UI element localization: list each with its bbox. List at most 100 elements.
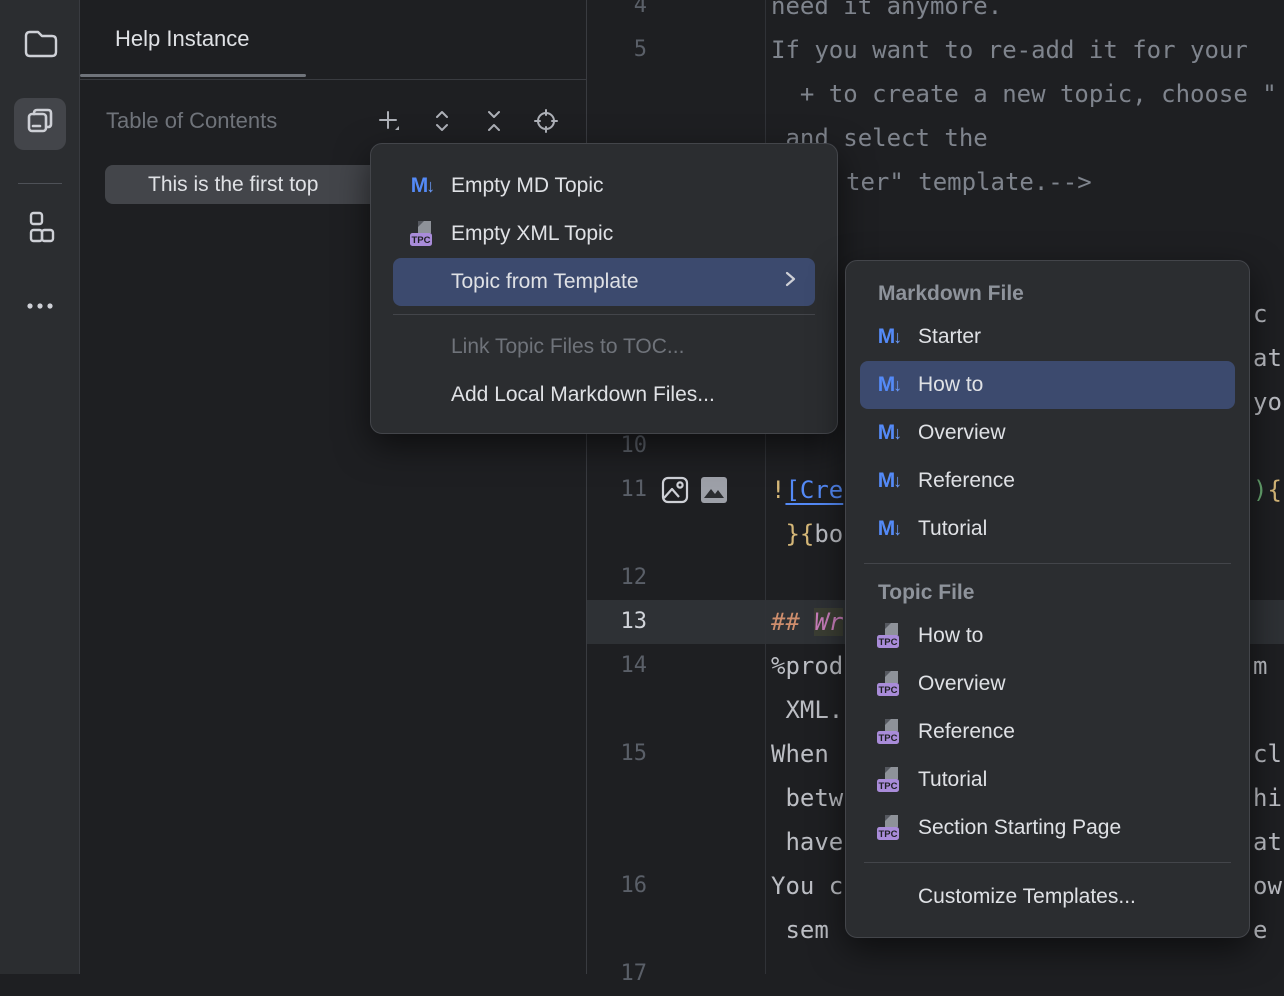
code-token-code: You c bbox=[771, 872, 843, 900]
tool-window-header: Help Instance bbox=[80, 0, 586, 80]
add-button[interactable] bbox=[373, 107, 405, 139]
code-fragment: m bbox=[1253, 644, 1267, 688]
code-token-punct: ! bbox=[771, 476, 785, 504]
stripe-button-toc-pages[interactable] bbox=[14, 98, 66, 150]
submenu-item-tutorial[interactable]: M↓Tutorial bbox=[860, 505, 1235, 553]
topic-template-submenu: Markdown FileM↓StarterM↓How toM↓Overview… bbox=[845, 260, 1250, 938]
code-fragment: ){ bbox=[1253, 468, 1282, 512]
image-preview-icon[interactable] bbox=[699, 475, 729, 505]
folder-icon bbox=[21, 24, 59, 67]
svg-text:TPC: TPC bbox=[412, 235, 431, 246]
code-token-comment: If you want to re-add it for your bbox=[771, 36, 1248, 64]
code-token-code: at bbox=[1253, 828, 1282, 856]
toc-item-first-topic[interactable]: This is the first top bbox=[105, 165, 379, 204]
code-token-code: at bbox=[1253, 344, 1282, 372]
svg-text:TPC: TPC bbox=[879, 685, 898, 696]
submenu-item-overview[interactable]: M↓Overview bbox=[860, 409, 1235, 457]
code-token-code: yo bbox=[1253, 388, 1282, 416]
code-token-code: bo bbox=[814, 520, 843, 548]
locate-button[interactable] bbox=[530, 107, 562, 139]
code-token-code: m bbox=[1253, 652, 1267, 680]
collapse-all-button[interactable] bbox=[478, 107, 510, 139]
stripe-button-folder[interactable] bbox=[14, 19, 66, 71]
code-fragment: ow bbox=[1253, 864, 1282, 908]
submenu-item-label: Starter bbox=[918, 325, 981, 349]
menu-item-topic-from-template[interactable]: Topic from Template bbox=[393, 258, 815, 306]
submenu-item-label: Reference bbox=[918, 469, 1015, 493]
submenu-item-customize-templates[interactable]: Customize Templates... bbox=[860, 873, 1235, 921]
expand-all-icon bbox=[430, 109, 454, 138]
expand-all-button[interactable] bbox=[426, 107, 458, 139]
active-tab-underline bbox=[80, 74, 306, 77]
image-outline-icon[interactable] bbox=[659, 474, 691, 506]
more-icon bbox=[22, 288, 58, 329]
code-row: %prod bbox=[771, 644, 843, 688]
menu-item-empty-md-topic[interactable]: M↓Empty MD Topic bbox=[393, 162, 815, 210]
code-row: need it anymore. bbox=[771, 0, 1002, 28]
code-fragment: e bbox=[1253, 908, 1267, 952]
code-token-code: sem bbox=[771, 916, 829, 944]
code-row: You c bbox=[771, 864, 843, 908]
submenu-item-starter[interactable]: M↓ Starter bbox=[860, 313, 1235, 361]
stripe-button-structure[interactable] bbox=[14, 203, 66, 255]
code-row: betw bbox=[771, 776, 843, 820]
code-token-code: hi bbox=[1253, 784, 1282, 812]
menu-item-add-local-markdown-files[interactable]: Add Local Markdown Files... bbox=[393, 371, 815, 419]
code-token-link: [Cre bbox=[785, 476, 843, 504]
code-token-code: c bbox=[1253, 300, 1267, 328]
submenu-item-reference[interactable]: M↓ Reference bbox=[860, 457, 1235, 505]
code-token-code: betw bbox=[771, 784, 843, 812]
code-token-green: ) bbox=[1253, 476, 1267, 504]
submenu-item-label: Section Starting Page bbox=[918, 816, 1121, 840]
gutter-image-icons bbox=[659, 468, 729, 512]
collapse-all-icon bbox=[482, 109, 506, 138]
tpc-file-icon: TPC bbox=[874, 766, 906, 794]
code-token-punct: }{ bbox=[785, 520, 814, 548]
md-file-icon: M↓ bbox=[874, 467, 906, 495]
tpc-file-icon: TPC bbox=[874, 814, 906, 842]
submenu-item-label: Tutorial bbox=[918, 768, 987, 792]
md-file-icon: M↓ bbox=[874, 323, 906, 351]
code-fragment: at bbox=[1253, 336, 1282, 380]
add-icon bbox=[376, 108, 402, 139]
menu-item-label: Topic from Template bbox=[451, 270, 639, 294]
code-token-code: When bbox=[771, 740, 829, 768]
structure-icon bbox=[22, 209, 58, 250]
line-number-16: 16 bbox=[587, 864, 647, 908]
toc-pages-icon bbox=[21, 103, 59, 146]
tab-help-instance[interactable]: Help Instance bbox=[115, 0, 250, 77]
submenu-item-how-to[interactable]: TPCHow to bbox=[860, 612, 1235, 660]
code-token-comment: + to create a new topic, choose " bbox=[771, 80, 1277, 108]
code-token-code: %prod bbox=[771, 652, 843, 680]
code-token-htext: Wr bbox=[814, 608, 843, 636]
submenu-item-reference[interactable]: TPCReference bbox=[860, 708, 1235, 756]
tpc-file-icon: TPC bbox=[407, 220, 439, 248]
submenu-header-markdown-file: Markdown File bbox=[846, 275, 1249, 313]
line-number-13: 13 bbox=[587, 600, 647, 644]
md-file-icon: M↓ bbox=[874, 515, 906, 543]
code-token-punct: { bbox=[1267, 476, 1281, 504]
submenu-item-section-starting-page[interactable]: TPC Section Starting Page bbox=[860, 804, 1235, 852]
md-file-icon: M↓ bbox=[874, 419, 906, 447]
submenu-item-overview[interactable]: TPC Overview bbox=[860, 660, 1235, 708]
line-number-11: 11 bbox=[587, 468, 647, 512]
menu-separator bbox=[393, 314, 815, 315]
submenu-item-tutorial[interactable]: TPC Tutorial bbox=[860, 756, 1235, 804]
submenu-item-label: How to bbox=[918, 373, 983, 397]
submenu-item-label: Overview bbox=[918, 672, 1006, 696]
menu-separator bbox=[864, 862, 1231, 863]
menu-item-label: Empty XML Topic bbox=[451, 222, 613, 246]
code-fragment: at bbox=[1253, 820, 1282, 864]
submenu-item-label: Reference bbox=[918, 720, 1015, 744]
stripe-button-more[interactable] bbox=[14, 282, 66, 334]
submenu-item-how-to[interactable]: M↓How to bbox=[860, 361, 1235, 409]
menu-item-empty-xml-topic[interactable]: TPC Empty XML Topic bbox=[393, 210, 815, 258]
line-number-5: 5 bbox=[587, 28, 647, 72]
code-row: ter" template.--> bbox=[846, 160, 1092, 204]
submenu-arrow-icon bbox=[781, 270, 799, 294]
code-token-code: ow bbox=[1253, 872, 1282, 900]
code-row: ![Cre bbox=[771, 468, 843, 512]
md-file-icon: M↓ bbox=[407, 172, 439, 200]
tool-window-stripe bbox=[0, 0, 80, 974]
menu-item-link-topic-files-to-toc[interactable]: Link Topic Files to TOC... bbox=[393, 323, 815, 371]
